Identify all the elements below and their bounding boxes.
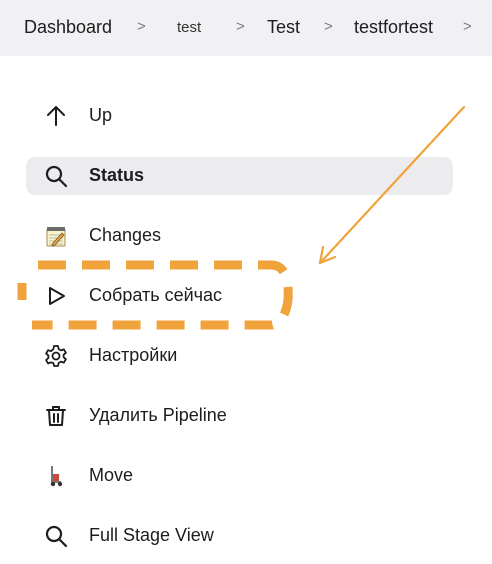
breadcrumb-separator[interactable]: > (236, 18, 245, 35)
sidebar-item-settings[interactable]: Настройки (26, 337, 453, 375)
sidebar-item-label: Удалить Pipeline (89, 405, 227, 425)
search-icon (44, 524, 68, 548)
sidebar-item-label: Full Stage View (89, 525, 214, 545)
breadcrumb-test[interactable]: test (177, 19, 201, 36)
sidebar-item-delete-pipeline[interactable]: Удалить Pipeline (26, 397, 453, 435)
sidebar-item-move[interactable]: Move (26, 457, 453, 495)
sidebar-item-status[interactable]: Status (26, 157, 453, 195)
notepad-icon (44, 224, 68, 248)
trash-icon (44, 404, 68, 428)
sidebar-item-label: Status (89, 165, 145, 185)
sidebar-item-build-now[interactable]: Собрать сейчас (26, 277, 453, 315)
breadcrumb-testfortest[interactable]: testfortest (354, 17, 433, 38)
search-icon (44, 164, 68, 188)
arrow-up-icon (44, 104, 68, 128)
hand-truck-icon (44, 464, 68, 488)
sidebar-item-label: Move (89, 465, 134, 485)
breadcrumb-dashboard[interactable]: Dashboard (24, 17, 112, 38)
breadcrumb-test-job[interactable]: Test (267, 17, 300, 38)
sidebar-item-up[interactable]: Up (26, 97, 453, 135)
sidebar-item-label: Up (89, 105, 113, 125)
breadcrumb-separator[interactable]: > (137, 18, 146, 35)
breadcrumb-separator[interactable]: > (463, 18, 472, 35)
sidebar-item-label: Changes (89, 225, 162, 245)
breadcrumb-separator[interactable]: > (324, 18, 333, 35)
sidebar-item-changes[interactable]: Changes (26, 217, 453, 255)
play-icon (44, 284, 68, 308)
sidebar-item-full-stage-view[interactable]: Full Stage View (26, 517, 453, 555)
breadcrumb: Dashboard > test > Test > testfortest > (0, 0, 492, 56)
sidebar-item-label: Собрать сейчас (89, 285, 223, 305)
sidebar-item-label: Настройки (89, 345, 178, 365)
gear-icon (44, 344, 68, 368)
